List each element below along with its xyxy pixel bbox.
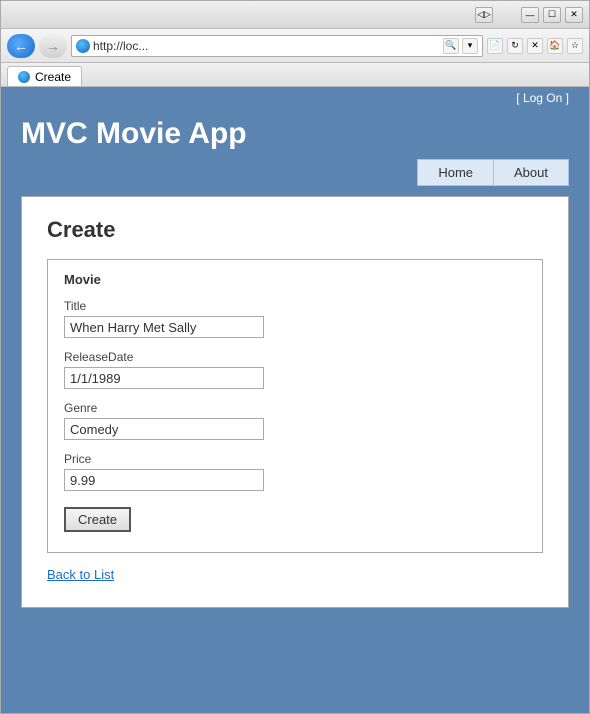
- price-field-group: Price: [64, 452, 526, 491]
- main-container: Create Movie Title ReleaseDate: [1, 186, 589, 628]
- maximize-btn[interactable]: ☐: [543, 7, 561, 23]
- page-heading: Create: [47, 217, 543, 243]
- price-label: Price: [64, 452, 526, 466]
- price-input[interactable]: [64, 469, 264, 491]
- release-date-input[interactable]: [64, 367, 264, 389]
- forward-button[interactable]: →: [39, 34, 67, 58]
- top-bar: [ Log On ]: [1, 87, 589, 109]
- browser-window: ◁▷ — ☐ ✕ ← → http://loc... 🔍 ▾ 📄 ↻ ✕ 🏠 ☆…: [0, 0, 590, 714]
- movie-box-title: Movie: [64, 272, 526, 287]
- browser-tab[interactable]: Create: [7, 66, 82, 86]
- favorites-btn[interactable]: 📄: [487, 38, 503, 54]
- nav-about-button[interactable]: About: [493, 159, 569, 186]
- create-button[interactable]: Create: [64, 507, 131, 532]
- release-date-field-group: ReleaseDate: [64, 350, 526, 389]
- home-browser-btn[interactable]: 🏠: [547, 38, 563, 54]
- back-button[interactable]: ←: [7, 34, 35, 58]
- tab-ie-icon: [18, 71, 30, 83]
- title-field-group: Title: [64, 299, 526, 338]
- genre-field-group: Genre: [64, 401, 526, 440]
- release-date-label: ReleaseDate: [64, 350, 526, 364]
- address-text: http://loc...: [93, 39, 440, 53]
- minimize-btn[interactable]: —: [521, 7, 539, 23]
- log-on-suffix: ]: [562, 91, 569, 105]
- tab-bar: Create: [1, 63, 589, 87]
- content-box: Create Movie Title ReleaseDate: [21, 196, 569, 608]
- log-on-prefix: [: [516, 91, 523, 105]
- tab-title: Create: [35, 70, 71, 84]
- ie-icon: [76, 39, 90, 53]
- pin-btn[interactable]: ◁▷: [475, 7, 493, 23]
- nav-home-button[interactable]: Home: [417, 159, 493, 186]
- star-btn[interactable]: ☆: [567, 38, 583, 54]
- genre-input[interactable]: [64, 418, 264, 440]
- site-header: MVC Movie App Home About: [1, 109, 589, 186]
- search-btn[interactable]: 🔍: [443, 38, 459, 54]
- address-bar: ← → http://loc... 🔍 ▾ 📄 ↻ ✕ 🏠 ☆: [1, 29, 589, 63]
- title-input[interactable]: [64, 316, 264, 338]
- address-input-wrap: http://loc... 🔍 ▾: [71, 35, 483, 57]
- title-bar: ◁▷ — ☐ ✕: [1, 1, 589, 29]
- title-label: Title: [64, 299, 526, 313]
- genre-label: Genre: [64, 401, 526, 415]
- close-btn[interactable]: ✕: [565, 7, 583, 23]
- nav-bar: Home About: [21, 159, 569, 186]
- movie-box: Movie Title ReleaseDate: [47, 259, 543, 553]
- stop-btn[interactable]: ✕: [527, 38, 543, 54]
- site-title: MVC Movie App: [21, 117, 569, 151]
- back-to-list-link[interactable]: Back to List: [47, 567, 114, 582]
- dropdown-btn[interactable]: ▾: [462, 38, 478, 54]
- refresh-btn[interactable]: ↻: [507, 38, 523, 54]
- log-on-link[interactable]: Log On: [523, 91, 562, 105]
- page-content: [ Log On ] MVC Movie App Home About Crea…: [1, 87, 589, 713]
